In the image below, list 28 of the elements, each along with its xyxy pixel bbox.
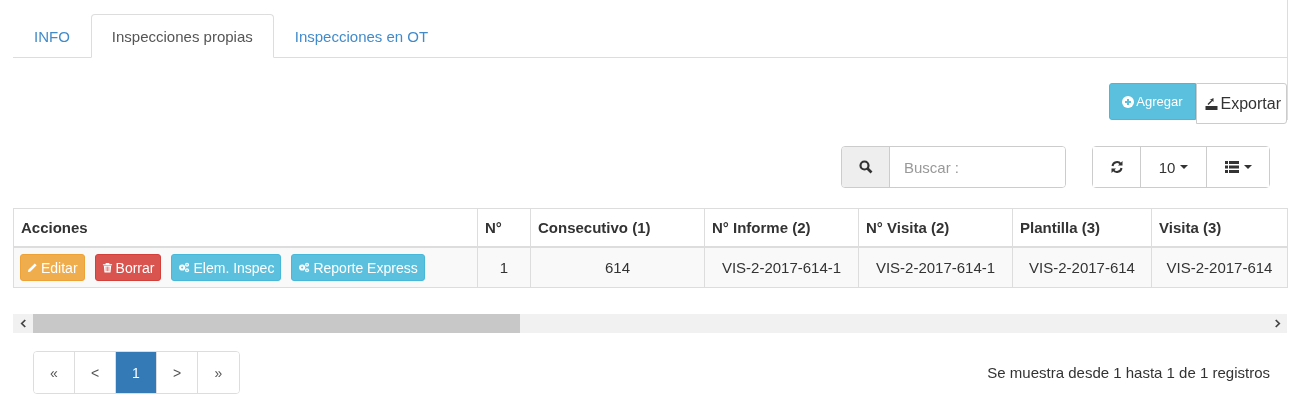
table-cell: 614: [530, 247, 705, 288]
table-cell: VIS-2-2017-614-1: [704, 247, 859, 288]
plus-circle-icon: [1122, 95, 1135, 108]
export-button[interactable]: Exportar: [1195, 83, 1287, 124]
chevron-left-icon[interactable]: [19, 319, 27, 328]
chevron-right-icon[interactable]: [1273, 319, 1281, 328]
table-cell: VIS-2-2017-614: [1012, 247, 1152, 288]
table-cell: VIS-2-2017-614-1: [858, 247, 1013, 288]
page-button[interactable]: «: [34, 352, 75, 393]
records-summary: Se muestra desde 1 hasta 1 de 1 registros: [987, 364, 1270, 381]
tab[interactable]: Inspecciones en OT: [273, 14, 450, 58]
gears-icon: [178, 262, 191, 273]
table-cell: 1: [477, 247, 531, 288]
trash-icon: [101, 262, 113, 273]
horizontal-scrollbar[interactable]: [13, 314, 1287, 333]
delete-button[interactable]: Borrar: [94, 254, 162, 281]
gears-icon: [298, 262, 311, 273]
search-field[interactable]: Buscar :: [841, 146, 1066, 188]
pencil-icon: [27, 262, 38, 273]
tab[interactable]: INFO: [13, 14, 91, 58]
refresh-icon: [1109, 160, 1124, 174]
tab[interactable]: Inspecciones propias: [90, 14, 274, 58]
table-cell: VIS-2-2017-614: [1151, 247, 1288, 288]
list-icon: [1224, 161, 1239, 173]
refresh-button[interactable]: [1093, 147, 1141, 187]
search-icon: [858, 160, 873, 174]
export-icon: [1203, 96, 1219, 111]
page-button[interactable]: 1: [116, 352, 157, 393]
